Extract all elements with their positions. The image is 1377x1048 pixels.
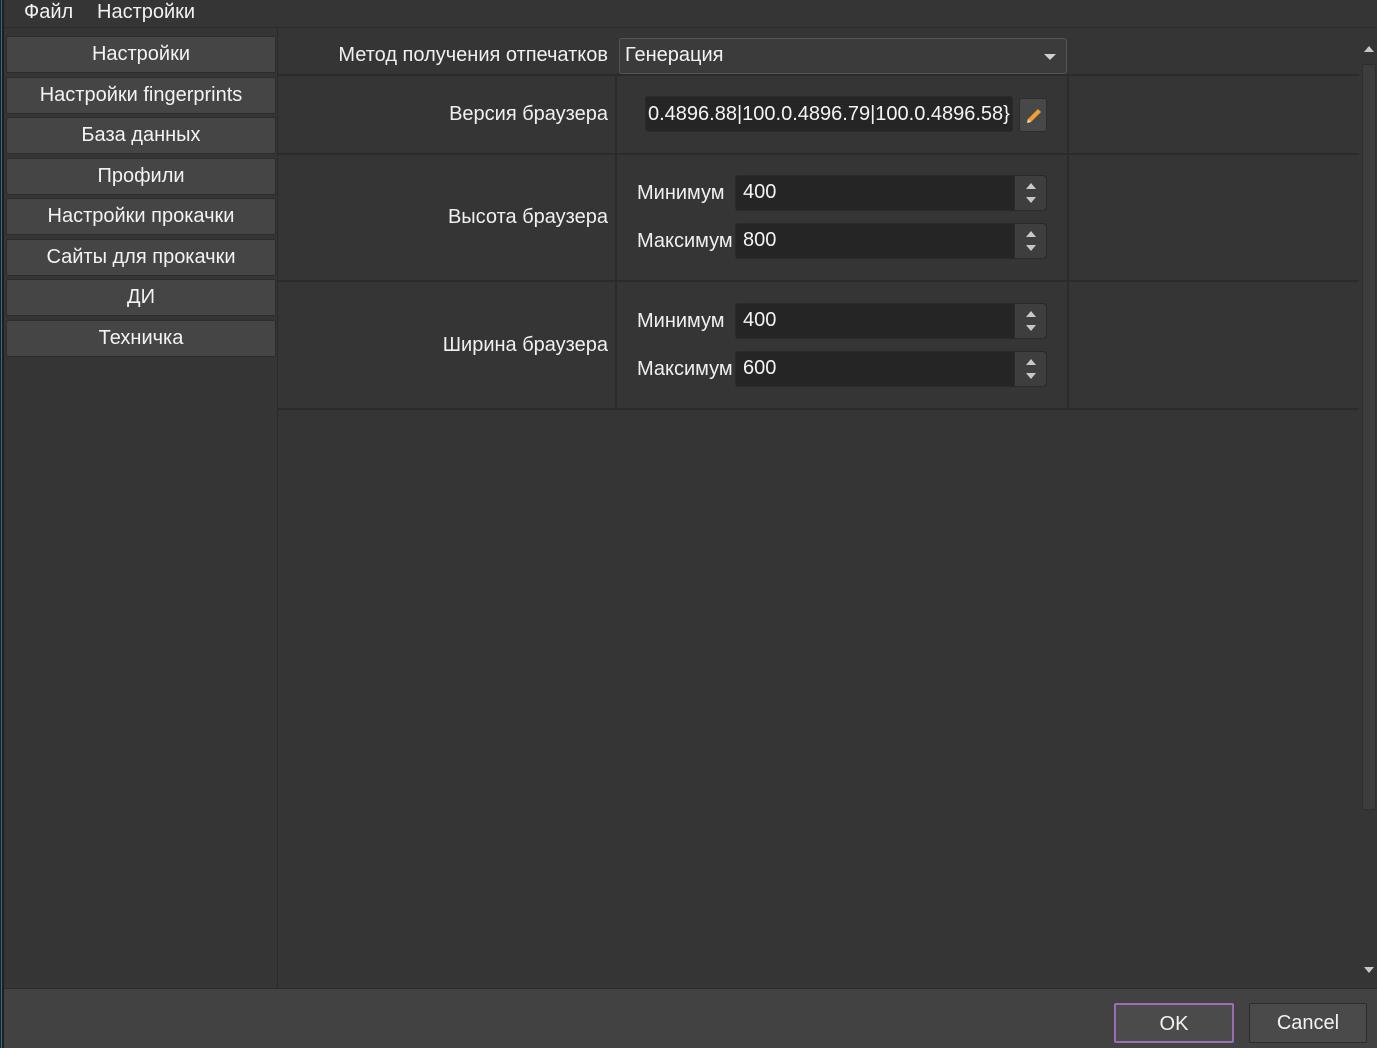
browser-width-label: Ширина браузера — [442, 334, 608, 356]
spin-buttons[interactable] — [1014, 304, 1046, 338]
arrow-down-icon — [1026, 325, 1036, 331]
arrow-down-icon — [1026, 373, 1036, 379]
edit-version-button[interactable] — [1019, 98, 1047, 132]
height-min-value: 400 — [743, 181, 777, 203]
spin-buttons[interactable] — [1014, 176, 1046, 210]
pencil-icon — [1027, 109, 1041, 123]
arrow-up-icon — [1026, 359, 1036, 365]
sidebar-item-database[interactable]: База данных — [6, 117, 276, 154]
chevron-down-icon — [1044, 54, 1056, 60]
cancel-button[interactable]: Cancel — [1249, 1003, 1367, 1043]
spin-buttons[interactable] — [1014, 224, 1046, 258]
sidebar-item-pumping-settings[interactable]: Настройки прокачки — [6, 198, 276, 235]
sidebar-item-profiles[interactable]: Профили — [6, 158, 276, 195]
column-divider — [1067, 74, 1069, 410]
menu-settings[interactable]: Настройки — [97, 1, 195, 24]
scroll-down-icon[interactable] — [1364, 967, 1374, 973]
settings-content: Метод получения отпечатков Генерация Вер… — [278, 28, 1359, 988]
width-min-value: 400 — [743, 309, 777, 331]
width-min-spinbox[interactable]: 400 — [735, 303, 1047, 339]
vertical-scrollbar[interactable] — [1359, 36, 1377, 986]
width-max-value: 600 — [743, 357, 777, 379]
height-min-spinbox[interactable]: 400 — [735, 175, 1047, 211]
arrow-down-icon — [1026, 245, 1036, 251]
scroll-up-icon[interactable] — [1364, 46, 1374, 52]
sidebar-item-fingerprints[interactable]: Настройки fingerprints — [6, 77, 276, 114]
height-max-label: Максимум — [637, 230, 733, 252]
browser-version-value: 0.4896.88|100.0.4896.79|100.0.4896.58} — [648, 103, 1010, 125]
sidebar: Настройки Настройки fingerprints База да… — [4, 28, 278, 988]
height-min-label: Минимум — [637, 182, 725, 204]
arrow-up-icon — [1026, 231, 1036, 237]
dialog-footer: OK Cancel — [4, 988, 1377, 1048]
sidebar-item-technical[interactable]: Техничка — [6, 320, 276, 357]
ok-button[interactable]: OK — [1114, 1003, 1234, 1043]
browser-height-label: Высота браузера — [447, 206, 608, 228]
browser-version-field[interactable]: 0.4896.88|100.0.4896.79|100.0.4896.58} — [645, 96, 1013, 132]
width-max-spinbox[interactable]: 600 — [735, 351, 1047, 387]
fingerprint-method-select[interactable]: Генерация — [619, 38, 1067, 74]
column-divider — [615, 74, 617, 410]
sidebar-item-di[interactable]: ДИ — [6, 279, 276, 316]
browser-version-label: Версия браузера — [449, 103, 608, 125]
sidebar-item-settings[interactable]: Настройки — [6, 36, 276, 73]
fingerprint-method-label: Метод получения отпечатков — [338, 44, 608, 66]
spin-buttons[interactable] — [1014, 352, 1046, 386]
scroll-thumb[interactable] — [1362, 64, 1376, 810]
row-divider — [278, 153, 1359, 155]
width-min-label: Минимум — [637, 310, 725, 332]
sidebar-item-pumping-sites[interactable]: Сайты для прокачки — [6, 239, 276, 276]
fingerprint-method-value: Генерация — [625, 44, 724, 66]
menu-file[interactable]: Файл — [24, 1, 73, 24]
height-max-spinbox[interactable]: 800 — [735, 223, 1047, 259]
width-max-label: Максимум — [637, 358, 733, 380]
arrow-up-icon — [1026, 183, 1036, 189]
row-divider — [278, 74, 1359, 76]
menubar: Файл Настройки — [4, 0, 1377, 28]
arrow-up-icon — [1026, 311, 1036, 317]
row-divider — [278, 408, 1359, 410]
row-divider — [278, 280, 1359, 282]
height-max-value: 800 — [743, 229, 777, 251]
arrow-down-icon — [1026, 197, 1036, 203]
